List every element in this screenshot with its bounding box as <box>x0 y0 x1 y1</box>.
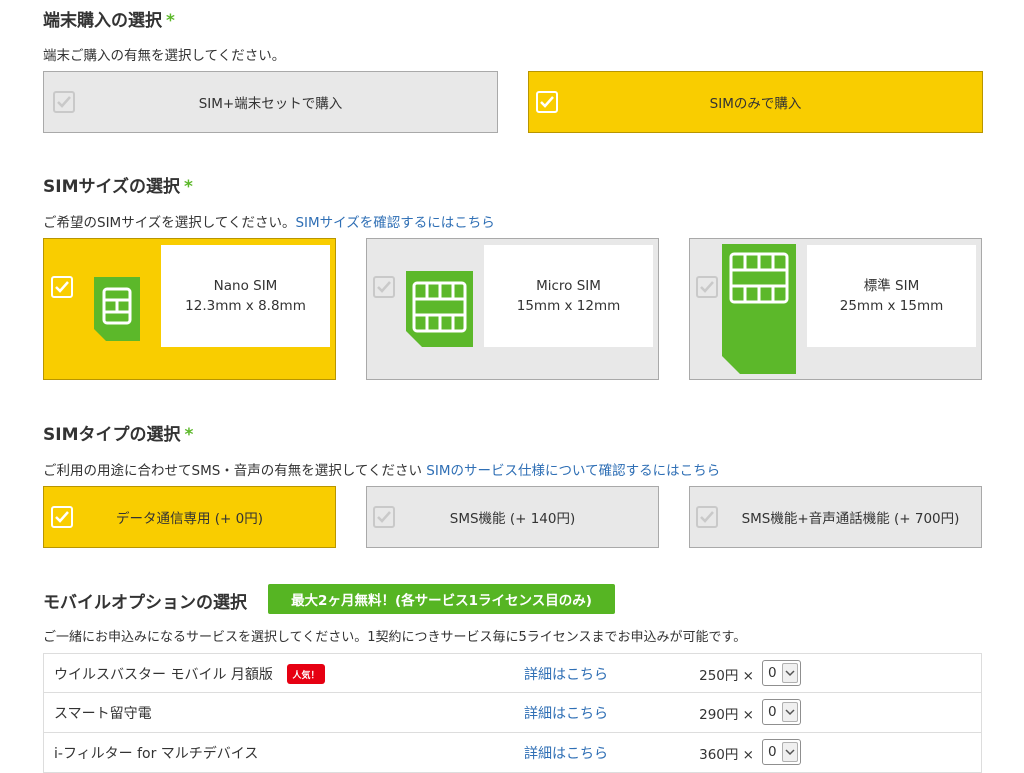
option-standard-sim[interactable]: 標準 SIM 25mm x 15mm <box>689 238 982 380</box>
detail-link[interactable]: 詳細はこちら <box>524 733 608 772</box>
option-nano-sim[interactable]: Nano SIM 12.3mm x 8.8mm <box>43 238 336 380</box>
sim-size-dimensions: 15mm x 12mm <box>516 298 621 314</box>
option-sim-only[interactable]: SIMのみで購入 <box>528 71 983 133</box>
mobile-options-description: ご一緒にお申込みになるサービスを選択してください。1契約につきサービス毎に5ライ… <box>43 630 747 645</box>
quantity-value: 0 <box>768 744 777 760</box>
nano-sim-icon <box>94 277 140 341</box>
sim-size-name: 標準 SIM <box>863 278 920 294</box>
table-row: スマート留守電 詳細はこちら 290円 × 0 <box>43 693 982 733</box>
option-label: SIMのみで購入 <box>709 96 802 112</box>
sim-size-dimensions: 25mm x 15mm <box>839 298 944 314</box>
required-mark: * <box>184 425 194 445</box>
sim-size-title-text: SIMサイズの選択 <box>43 177 180 197</box>
standard-sim-icon <box>722 244 796 374</box>
checkbox-icon <box>696 276 718 298</box>
quantity-value: 0 <box>768 704 777 720</box>
sim-size-info-card: Micro SIM 15mm x 12mm <box>484 245 653 347</box>
option-service-name: i-フィルター for マルチデバイス <box>54 745 259 762</box>
chevron-down-icon <box>782 742 798 762</box>
mobile-options-section-title: モバイルオプションの選択 <box>43 593 247 613</box>
checkbox-icon <box>373 276 395 298</box>
sim-size-info-card: Nano SIM 12.3mm x 8.8mm <box>161 245 330 347</box>
option-service-name: スマート留守電 <box>54 705 152 722</box>
option-label: データ通信専用 (+ 0円) <box>115 511 264 527</box>
option-sms-voice[interactable]: SMS機能+音声通話機能 (+ 700円) <box>689 486 982 548</box>
quantity-select[interactable]: 0 <box>762 699 801 725</box>
option-price: 290円 × <box>699 706 754 723</box>
device-title-text: 端末購入の選択 <box>43 11 162 31</box>
detail-link[interactable]: 詳細はこちら <box>524 693 608 732</box>
chevron-down-icon <box>782 663 798 683</box>
sim-size-section-title: SIMサイズの選択 * <box>43 172 193 197</box>
sim-size-help-link[interactable]: SIMサイズを確認するにはこちら <box>295 215 494 231</box>
option-sim-with-device[interactable]: SIM+端末セットで購入 <box>43 71 498 133</box>
free-promo-badge: 最大2ヶ月無料！(各サービス1ライセンス目のみ) <box>268 584 615 614</box>
quantity-select[interactable]: 0 <box>762 660 801 686</box>
sim-size-description-text: ご希望のSIMサイズを選択してください。 <box>43 215 296 231</box>
sim-size-name: Micro SIM <box>536 278 601 294</box>
option-data-only[interactable]: データ通信専用 (+ 0円) <box>43 486 336 548</box>
required-mark: * <box>183 177 193 197</box>
option-micro-sim[interactable]: Micro SIM 15mm x 12mm <box>366 238 659 380</box>
sim-type-description: ご利用の用途に合わせてSMS・音声の有無を選択してください SIMのサービス仕様… <box>43 459 720 479</box>
checkbox-checked-icon <box>51 276 73 298</box>
sim-type-title-text: SIMタイプの選択 <box>43 425 181 445</box>
popular-badge: 人気！ <box>287 664 325 684</box>
sim-type-section-title: SIMタイプの選択 * <box>43 420 193 445</box>
device-description: 端末ご購入の有無を選択してください。 <box>43 48 286 64</box>
option-price: 250円 × <box>699 667 754 684</box>
option-label: SMS機能 (+ 140円) <box>449 511 576 527</box>
sim-service-spec-link[interactable]: SIMのサービス仕様について確認するにはこちら <box>426 463 720 479</box>
sim-type-description-text: ご利用の用途に合わせてSMS・音声の有無を選択してください <box>43 463 422 479</box>
table-row: i-フィルター for マルチデバイス 詳細はこちら 360円 × 0 <box>43 733 982 773</box>
table-row: ウイルスバスター モバイル 月額版 人気！ 詳細はこちら 250円 × 0 <box>43 653 982 693</box>
required-mark: * <box>166 11 175 31</box>
sim-size-info-card: 標準 SIM 25mm x 15mm <box>807 245 976 347</box>
option-label: SIM+端末セットで購入 <box>198 96 343 112</box>
option-service-name: ウイルスバスター モバイル 月額版 <box>54 666 273 683</box>
option-label: SMS機能+音声通話機能 (+ 700円) <box>741 511 960 527</box>
option-sms[interactable]: SMS機能 (+ 140円) <box>366 486 659 548</box>
sim-size-description: ご希望のSIMサイズを選択してください。SIMサイズを確認するにはこちら <box>43 211 495 231</box>
quantity-value: 0 <box>768 665 777 681</box>
micro-sim-icon <box>406 271 473 347</box>
option-price: 360円 × <box>699 746 754 763</box>
sim-size-dimensions: 12.3mm x 8.8mm <box>185 298 306 314</box>
sim-size-name: Nano SIM <box>213 278 278 294</box>
detail-link[interactable]: 詳細はこちら <box>524 654 608 693</box>
device-section-title: 端末購入の選択 * <box>43 6 175 31</box>
quantity-select[interactable]: 0 <box>762 739 801 765</box>
chevron-down-icon <box>782 702 798 722</box>
